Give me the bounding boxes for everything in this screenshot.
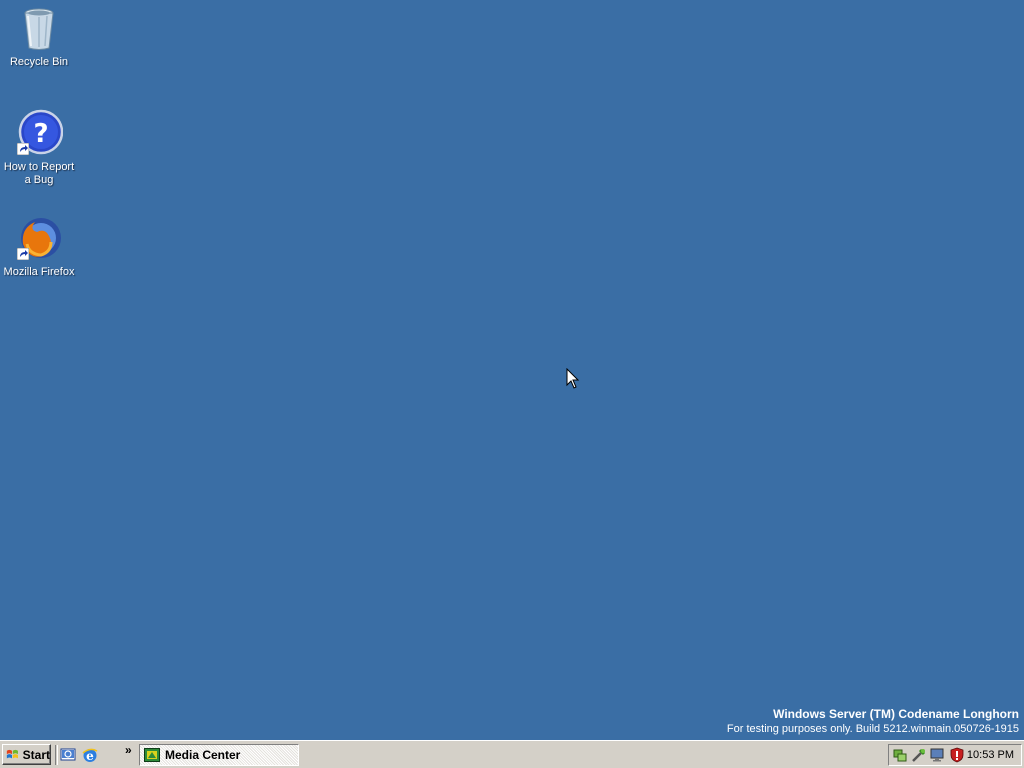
shortcut-arrow-icon [17,248,29,260]
recycle-bin-icon [15,4,63,52]
desktop-icon-label: Recycle Bin [9,56,69,68]
taskbar-button-media-center[interactable]: Media Center [139,744,299,766]
quick-launch-overflow-chevron[interactable]: » [125,744,132,756]
desktop-icon-report-bug[interactable]: ? How to Report a Bug [0,109,78,187]
quick-launch-separator [55,745,58,765]
media-center-icon [144,748,160,762]
mouse-cursor-icon [566,368,580,389]
windows-logo-icon [6,749,18,758]
taskbar-clock[interactable]: 10:53 PM [967,749,1014,761]
svg-text:?: ? [33,119,48,149]
watermark-title: Windows Server (TM) Codename Longhorn [773,707,1019,721]
start-label: Start [22,747,50,762]
build-watermark: Windows Server (TM) Codename Longhorn Fo… [727,707,1019,736]
desktop-icon-firefox[interactable]: Mozilla Firefox [0,214,78,279]
help-icon: ? [15,109,64,157]
internet-explorer-icon[interactable]: e [82,747,98,763]
desktop-icon-recycle-bin[interactable]: Recycle Bin [0,4,78,69]
desktop[interactable]: Recycle Bin ? How to Report a Bug Mozill… [0,0,1024,740]
svg-text:e: e [86,749,94,763]
taskbar-button-label: Media Center [165,748,241,762]
watermark-build: For testing purposes only. Build 5212.wi… [726,723,1019,735]
display-icon[interactable] [930,747,946,763]
desktop-icon-label: How to Report a Bug [3,161,75,186]
shortcut-arrow-icon [17,143,29,155]
desktop-icon-label: Mozilla Firefox [3,266,75,278]
start-button[interactable]: Start [2,744,51,765]
taskbar: Start e » Media Center 10:53 PM [0,740,1024,768]
security-shield-icon[interactable] [949,747,965,763]
tools-icon[interactable] [911,747,927,763]
network-icon[interactable] [892,747,908,763]
show-desktop-icon[interactable] [60,747,76,763]
system-tray: 10:53 PM [888,744,1022,766]
firefox-icon [15,214,63,262]
